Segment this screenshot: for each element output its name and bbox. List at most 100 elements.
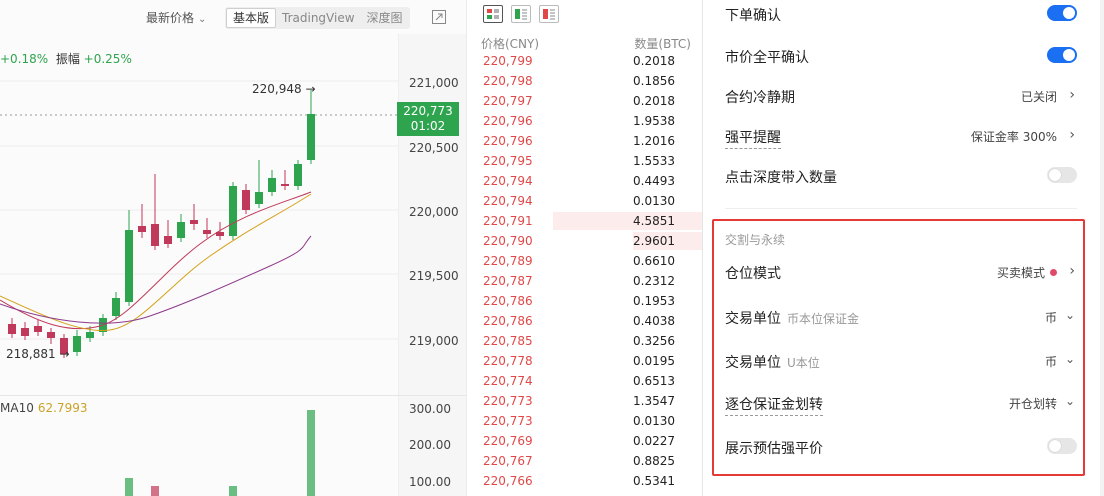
price-tick: 220,000 [409,205,459,219]
setting-unit-coin[interactable]: 交易单位 币本位保证金 币 ⌄ [725,305,1077,329]
ask-price: 220,789 [483,254,533,268]
setting-label: 逐仓保证金划转 [725,394,823,416]
ask-quantity: 0.4493 [633,174,675,188]
ask-quantity: 0.1953 [633,294,675,308]
show-liq-price-toggle[interactable] [1047,438,1077,454]
depth-bar [553,212,703,230]
setting-depth-click[interactable]: 点击深度带入数量 [725,164,1077,188]
ask-price: 220,791 [483,214,533,228]
market-close-confirm-toggle[interactable] [1047,47,1077,63]
ask-price: 220,794 [483,194,533,208]
ask-row[interactable]: 220,787 0.2312 [467,271,703,291]
candlestick-plot[interactable] [0,34,398,496]
ask-quantity: 0.0130 [633,194,675,208]
ask-row[interactable]: 220,791 4.5851 [467,211,703,231]
panel-divider [725,208,1077,209]
candle-body [138,226,146,232]
candle-body [47,332,55,338]
expand-icon[interactable] [432,10,446,24]
price-type-label: 最新价格 [146,11,195,25]
setting-label: 交易单位 币本位保证金 [725,311,860,327]
ask-price: 220,773 [483,394,533,408]
setting-label: 展示预估强平价 [725,441,823,457]
order-confirm-toggle[interactable] [1047,5,1077,21]
ask-quantity: 0.2312 [633,274,675,288]
ask-row[interactable]: 220,798 0.1856 [467,71,703,91]
setting-isolated-transfer[interactable]: 逐仓保证金划转 开仓划转 ⌄ [725,391,1077,416]
volume-divider [0,395,466,396]
candle-body [255,192,263,204]
chevron-down-icon: ⌄ [198,14,207,25]
ask-row[interactable]: 220,773 0.0130 [467,411,703,431]
ask-row[interactable]: 220,786 0.4038 [467,311,703,331]
ask-row[interactable]: 220,796 1.2016 [467,131,703,151]
price-tick: 220,500 [409,141,459,155]
price-tick: 219,000 [409,334,459,348]
kline-chart-area[interactable]: 最新价格 ⌄ 基本版 TradingView 深度图 +0.18% 振幅 +0.2… [0,0,466,496]
ask-row[interactable]: 220,785 0.3256 [467,331,703,351]
book-header: 价格(CNY) 数量(BTC) [481,35,691,52]
ask-row[interactable]: 220,786 0.1953 [467,291,703,311]
ask-row[interactable]: 220,767 0.8825 [467,451,703,471]
book-layout-both-icon[interactable] [483,5,503,23]
setting-position-mode[interactable]: 仓位模式 买卖模式 › [725,260,1077,284]
view-tradingview-tab[interactable]: TradingView [276,8,361,28]
price-tick: 221,000 [409,76,459,90]
ask-price: 220,769 [483,434,533,448]
ask-row[interactable]: 220,795 1.5533 [467,151,703,171]
trade-settings-panel: 下单确认 市价全平确认 合约冷静期 已关闭 › 强平提醒 保证金率 300% ›… [702,0,1104,496]
candle-body [21,328,29,336]
ask-row[interactable]: 220,773 1.3547 [467,391,703,411]
candle-body [8,324,16,334]
candle-body [151,224,159,246]
setting-label: 市价全平确认 [725,50,809,66]
chart-toolbar: 最新价格 ⌄ 基本版 TradingView 深度图 [0,0,466,34]
book-layout-asks-icon[interactable] [539,5,559,23]
ask-quantity: 0.0130 [633,414,675,428]
ask-price: 220,785 [483,334,533,348]
setting-liquidation-alert[interactable]: 强平提醒 保证金率 300% › [725,124,1077,149]
volume-bar [229,486,237,496]
ask-row[interactable]: 220,769 0.0227 [467,431,703,451]
candle-body [34,326,42,332]
ask-quantity: 0.6513 [633,374,675,388]
chevron-right-icon: › [1069,127,1075,143]
ask-quantity: 0.6610 [633,254,675,268]
ask-row[interactable]: 220,794 0.4493 [467,171,703,191]
ask-row[interactable]: 220,797 0.2018 [467,91,703,111]
setting-unit-usdt[interactable]: 交易单位 U本位 币 ⌄ [725,349,1077,373]
view-depth-tab[interactable]: 深度图 [361,8,409,28]
price-type-dropdown[interactable]: 最新价格 ⌄ [146,9,206,26]
setting-sublabel: 币本位保证金 [787,312,860,326]
ask-quantity: 4.5851 [633,214,675,228]
ask-row[interactable]: 220,774 0.6513 [467,371,703,391]
view-basic-tab[interactable]: 基本版 [226,8,277,28]
high-price-label: 220,948 → [252,82,316,96]
ask-row[interactable]: 220,794 0.0130 [467,191,703,211]
position-mode-value: 买卖模式 [997,264,1057,281]
depth-click-toggle[interactable] [1047,167,1077,183]
ask-row[interactable]: 220,789 0.6610 [467,251,703,271]
ask-price: 220,773 [483,414,533,428]
setting-label: 合约冷静期 [725,90,795,106]
ask-price: 220,786 [483,294,533,308]
setting-show-liq-price[interactable]: 展示预估强平价 [725,435,1077,459]
ask-price: 220,798 [483,74,533,88]
ask-row[interactable]: 220,796 1.9538 [467,111,703,131]
setting-market-close-confirm[interactable]: 市价全平确认 [725,44,1077,68]
ask-price: 220,778 [483,354,533,368]
ask-row[interactable]: 220,790 2.9601 [467,231,703,251]
volume-tick: 300.00 [409,402,451,416]
ask-quantity: 0.2018 [633,54,675,68]
panel-scrollbar[interactable] [1100,0,1104,496]
book-layout-bids-icon[interactable] [511,5,531,23]
ask-price: 220,796 [483,134,533,148]
price-tick: 219,500 [409,269,459,283]
setting-label: 交易单位 U本位 [725,355,820,371]
candle-body [307,114,315,160]
ask-row[interactable]: 220,799 0.2018 [467,51,703,71]
setting-cooldown[interactable]: 合约冷静期 已关闭 › [725,84,1077,108]
setting-order-confirm[interactable]: 下单确认 [725,2,1077,26]
ask-row[interactable]: 220,766 0.5341 [467,471,703,491]
ask-row[interactable]: 220,778 0.0195 [467,351,703,371]
